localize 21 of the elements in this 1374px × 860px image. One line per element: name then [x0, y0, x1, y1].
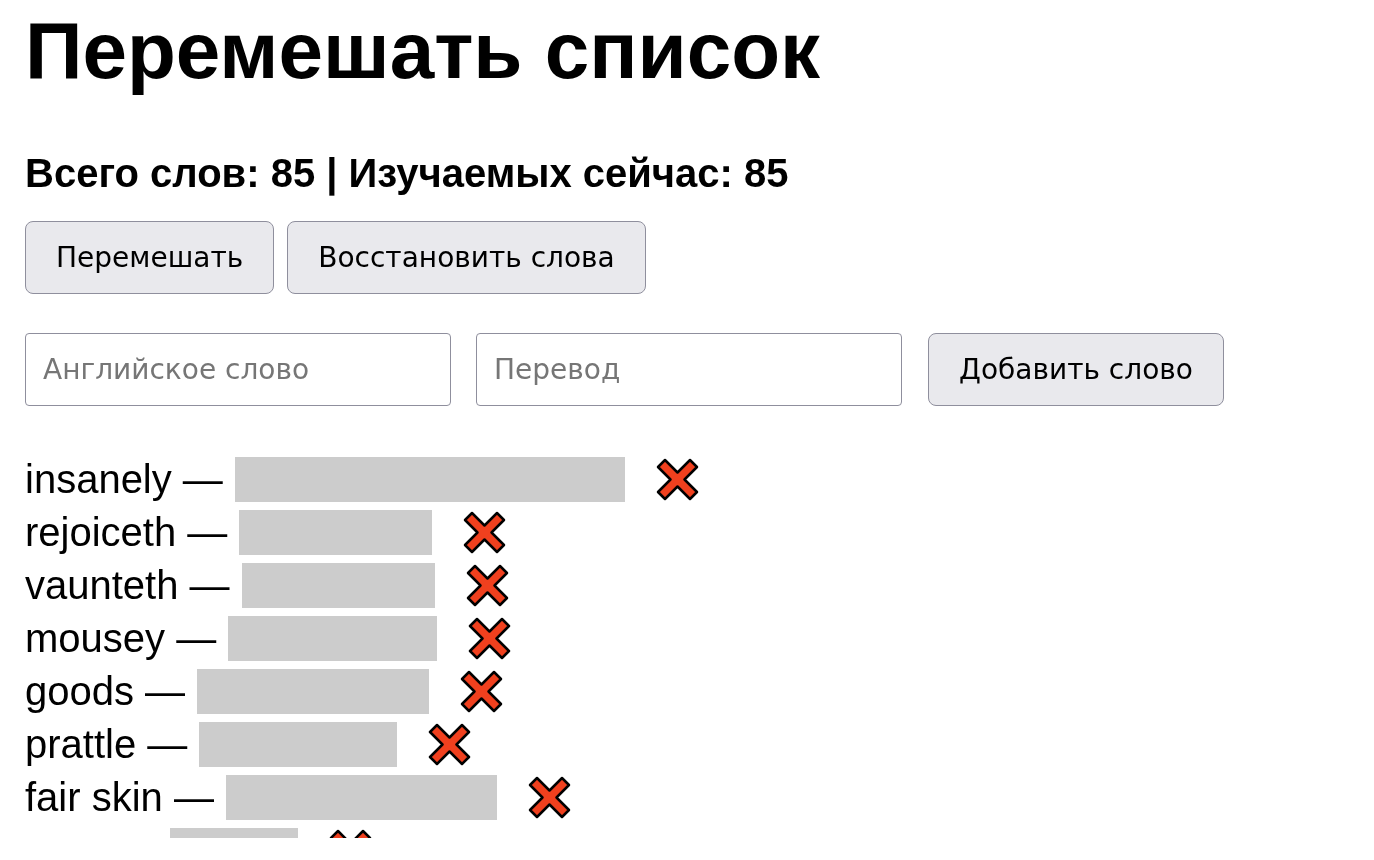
word-label: vaunteth —	[25, 562, 230, 609]
cross-icon[interactable]	[655, 458, 699, 501]
cross-icon[interactable]	[428, 723, 472, 766]
translation-field[interactable]: Перевод	[476, 333, 902, 406]
word-label: insanely —	[25, 456, 223, 503]
word-label: rejoiceth —	[25, 509, 228, 556]
word-label: goods —	[25, 668, 186, 715]
restore-words-button[interactable]: Восстановить слова	[287, 221, 646, 294]
cross-icon[interactable]	[463, 511, 507, 554]
word-label: mousey —	[25, 615, 217, 662]
cross-icon[interactable]	[465, 564, 509, 607]
page-title: Перемешать список	[25, 5, 821, 97]
english-word-field[interactable]: Английское слово	[25, 333, 451, 406]
word-count-summary: Всего слов: 85 | Изучаемых сейчас: 85	[25, 150, 789, 196]
word-label: prattle —	[25, 721, 188, 768]
shuffle-button[interactable]: Перемешать	[25, 221, 275, 294]
cross-icon[interactable]	[527, 776, 571, 819]
word-label: fair skin —	[25, 774, 214, 821]
add-word-button[interactable]: Добавить слово	[928, 333, 1224, 406]
cross-icon[interactable]	[468, 617, 512, 660]
cross-icon[interactable]	[460, 670, 504, 713]
